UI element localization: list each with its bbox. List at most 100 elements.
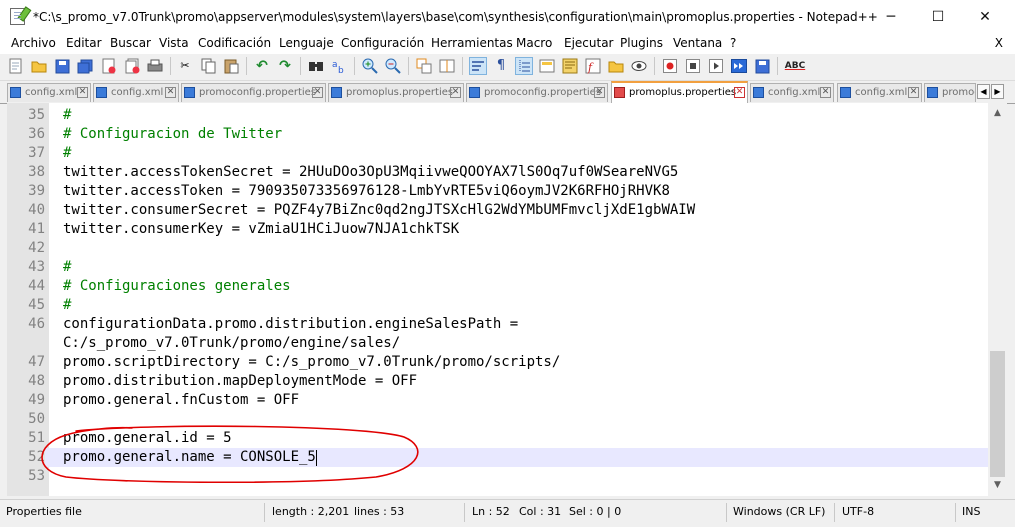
- save-icon[interactable]: [54, 58, 70, 74]
- toolbar-separator: [246, 57, 247, 75]
- word-wrap-icon[interactable]: [469, 57, 487, 75]
- zoom-out-icon[interactable]: [385, 58, 401, 74]
- editor-line[interactable]: 37 #: [7, 144, 988, 163]
- tab-config-xml-2[interactable]: config.xml ✕: [93, 83, 179, 102]
- minimize-button[interactable]: ─: [868, 0, 914, 34]
- print-icon[interactable]: [147, 58, 163, 74]
- menu-help[interactable]: ?: [730, 36, 736, 50]
- editor-line[interactable]: 40 twitter.consumerSecret = PQZF4y7BiZnc0…: [7, 201, 988, 220]
- scrollbar-thumb[interactable]: [990, 351, 1005, 477]
- editor-line[interactable]: 47 promo.scriptDirectory = C:/s_promo_v7.…: [7, 353, 988, 372]
- editor-line[interactable]: 46 configurationData.promo.distribution.e…: [7, 315, 988, 334]
- menu-codificacion[interactable]: Codificación: [198, 36, 271, 50]
- menu-archivo[interactable]: Archivo: [11, 36, 56, 50]
- title-bar: *C:\s_promo_v7.0Trunk\promo\appserver\mo…: [0, 0, 1015, 34]
- menu-ejecutar[interactable]: Ejecutar: [564, 36, 614, 50]
- menu-macro[interactable]: Macro: [516, 36, 552, 50]
- folder-workspace-icon[interactable]: [608, 58, 624, 74]
- close-window-button[interactable]: ✕: [962, 0, 1008, 34]
- sync-vertical-icon[interactable]: [416, 58, 432, 74]
- editor-line[interactable]: 42: [7, 239, 988, 258]
- line-number: 46: [7, 315, 45, 334]
- tab-promoc-partial[interactable]: promoc: [924, 83, 976, 102]
- tab-promoplus-properties-1[interactable]: promoplus.properties ✕: [328, 83, 464, 102]
- monitoring-icon[interactable]: [631, 58, 647, 74]
- open-file-icon[interactable]: [31, 58, 47, 74]
- close-document-button[interactable]: X: [995, 36, 1003, 50]
- close-all-icon[interactable]: [124, 58, 140, 74]
- tab-promoconfig-properties-2[interactable]: promoconfig.properties ✕: [466, 83, 608, 102]
- editor-area[interactable]: 35 #36 # Configuracion de Twitter 37 #38 twit…: [7, 103, 988, 496]
- tab-close-icon[interactable]: ✕: [820, 87, 831, 98]
- run-macro-multiple-icon[interactable]: [731, 58, 747, 74]
- editor-line[interactable]: 36 # Configuracion de Twitter: [7, 125, 988, 144]
- tab-close-icon[interactable]: ✕: [594, 87, 605, 98]
- editor-line[interactable]: 49 promo.general.fnCustom = OFF: [7, 391, 988, 410]
- copy-icon[interactable]: [200, 58, 216, 74]
- status-separator: [955, 503, 956, 522]
- editor-line[interactable]: 43 #: [7, 258, 988, 277]
- tab-close-icon[interactable]: ✕: [77, 87, 88, 98]
- replace-icon[interactable]: ab: [331, 58, 347, 74]
- cut-icon[interactable]: ✂: [177, 58, 193, 74]
- tab-scroll-right-button[interactable]: ▶: [991, 84, 1004, 99]
- sync-horizontal-icon[interactable]: [439, 58, 455, 74]
- udl-icon[interactable]: [539, 58, 555, 74]
- tab-close-icon[interactable]: ✕: [450, 87, 461, 98]
- paste-icon[interactable]: [223, 58, 239, 74]
- tab-config-xml-1[interactable]: config.xml ✕: [7, 83, 91, 102]
- save-macro-icon[interactable]: [754, 58, 770, 74]
- find-icon[interactable]: [308, 58, 324, 74]
- tab-close-icon[interactable]: ✕: [312, 87, 323, 98]
- undo-icon[interactable]: ↶: [254, 58, 270, 74]
- menu-herramientas[interactable]: Herramientas: [431, 36, 513, 50]
- current-line[interactable]: 52 promo.general.name = CONSOLE_5: [7, 448, 988, 467]
- menu-buscar[interactable]: Buscar: [110, 36, 151, 50]
- tab-close-icon[interactable]: ✕: [908, 87, 919, 98]
- tab-config-xml-4[interactable]: config.xml ✕: [837, 83, 922, 102]
- new-file-icon[interactable]: [8, 58, 24, 74]
- function-list-icon[interactable]: f: [585, 58, 601, 74]
- show-all-chars-icon[interactable]: ¶: [493, 58, 509, 74]
- tab-promoconfig-properties-1[interactable]: promoconfig.properties ✕: [181, 83, 326, 102]
- code-text: C:/s_promo_v7.0Trunk/promo/engine/sales/: [63, 335, 401, 351]
- scroll-down-arrow[interactable]: ▼: [988, 477, 1007, 494]
- menu-ventana[interactable]: Ventana: [673, 36, 722, 50]
- editor-line[interactable]: 41 twitter.consumerKey = vZmiaU1HCiJuow7N…: [7, 220, 988, 239]
- indent-guide-icon[interactable]: [515, 57, 533, 75]
- record-macro-icon[interactable]: [662, 58, 678, 74]
- spellcheck-icon[interactable]: ABC: [785, 58, 805, 74]
- editor-line[interactable]: 53: [7, 467, 988, 486]
- toolbar-separator: [408, 57, 409, 75]
- editor-line[interactable]: 39 twitter.accessToken = 7909350733569761…: [7, 182, 988, 201]
- zoom-in-icon[interactable]: [362, 58, 378, 74]
- menu-lenguaje[interactable]: Lenguaje: [279, 36, 334, 50]
- menu-editar[interactable]: Editar: [66, 36, 102, 50]
- line-number: 45: [7, 296, 45, 315]
- menu-configuracion[interactable]: Configuración: [341, 36, 424, 50]
- maximize-button[interactable]: ☐: [915, 0, 961, 34]
- editor-line[interactable]: 50: [7, 410, 988, 429]
- editor-line[interactable]: 51 promo.general.id = 5: [7, 429, 988, 448]
- redo-icon[interactable]: ↷: [277, 58, 293, 74]
- editor-line[interactable]: 44 # Configuraciones generales: [7, 277, 988, 296]
- menu-plugins[interactable]: Plugins: [620, 36, 663, 50]
- tab-close-icon[interactable]: ✕: [165, 87, 176, 98]
- tab-promoplus-properties-active[interactable]: promoplus.properties ✕: [611, 81, 748, 103]
- tab-scroll-left-button[interactable]: ◀: [977, 84, 990, 99]
- menu-vista[interactable]: Vista: [159, 36, 189, 50]
- editor-line[interactable]: 38 twitter.accessTokenSecret = 2HUuDOo3Op…: [7, 163, 988, 182]
- editor-line[interactable]: 48 promo.distribution.mapDeploymentMode =…: [7, 372, 988, 391]
- tab-close-icon[interactable]: ✕: [734, 87, 745, 98]
- save-all-icon[interactable]: [77, 58, 93, 74]
- close-icon[interactable]: [101, 58, 117, 74]
- editor-line[interactable]: 45 #: [7, 296, 988, 315]
- tab-config-xml-3[interactable]: config.xml ✕: [750, 83, 834, 102]
- editor-line[interactable]: C:/s_promo_v7.0Trunk/promo/engine/sales/: [7, 334, 988, 353]
- vertical-scrollbar[interactable]: ▲ ▼: [988, 103, 1007, 496]
- stop-macro-icon[interactable]: [685, 58, 701, 74]
- play-macro-icon[interactable]: [708, 58, 724, 74]
- scroll-up-arrow[interactable]: ▲: [988, 105, 1007, 122]
- editor-line[interactable]: 35 #: [7, 106, 988, 125]
- doc-map-icon[interactable]: [562, 58, 578, 74]
